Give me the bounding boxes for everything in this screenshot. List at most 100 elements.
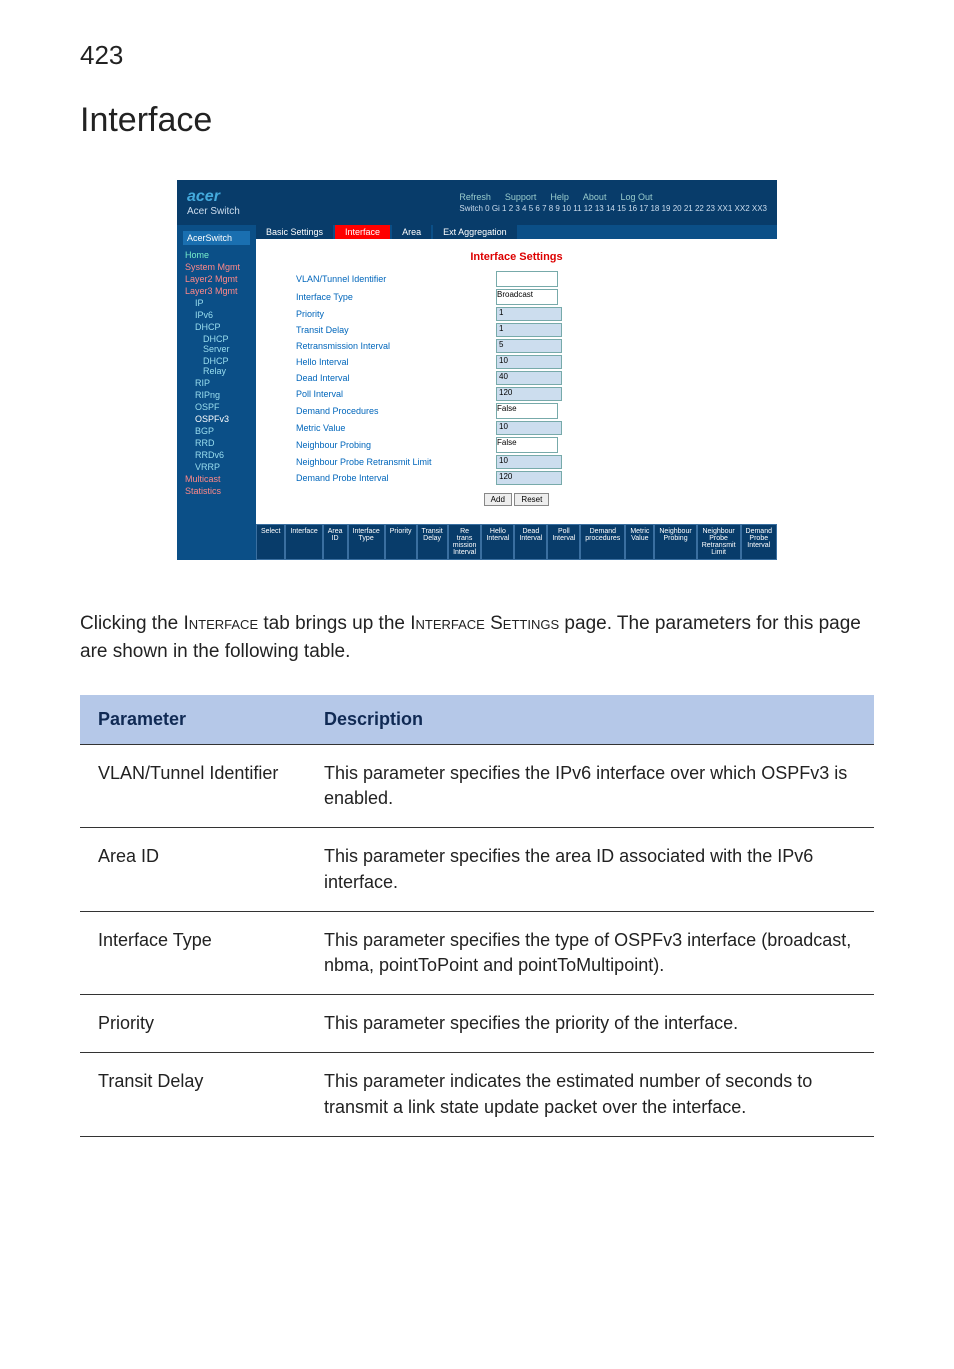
table-row: VLAN/Tunnel IdentifierThis parameter spe… xyxy=(80,745,874,828)
setting-label: Neighbour Probe Retransmit Limit xyxy=(296,457,496,467)
param-desc: This parameter specifies the area ID ass… xyxy=(306,828,874,911)
reset-button[interactable]: Reset xyxy=(514,493,549,506)
setting-select[interactable]: False xyxy=(496,437,558,453)
grid-header: SelectInterfaceArea IDInterface TypePrio… xyxy=(256,524,777,560)
sidebar-item[interactable]: DHCP Relay xyxy=(183,355,250,377)
grid-col: Demand procedures xyxy=(580,524,625,560)
tab-interface[interactable]: Interface xyxy=(335,225,390,239)
link-help[interactable]: Help xyxy=(550,192,569,202)
tab-bar: Basic Settings Interface Area Ext Aggreg… xyxy=(256,225,777,239)
parameters-table: Parameter Description VLAN/Tunnel Identi… xyxy=(80,695,874,1137)
sidebar-item[interactable]: RIP xyxy=(183,377,250,389)
col-parameter: Parameter xyxy=(80,695,306,745)
param-name: VLAN/Tunnel Identifier xyxy=(80,745,306,828)
param-name: Priority xyxy=(80,995,306,1053)
setting-label: Dead Interval xyxy=(296,373,496,383)
setting-select[interactable]: False xyxy=(496,403,558,419)
setting-label: Priority xyxy=(296,309,496,319)
tab-area[interactable]: Area xyxy=(392,225,431,239)
sidebar-item[interactable]: Layer2 Mgmt xyxy=(183,273,250,285)
setting-input[interactable]: 10 xyxy=(496,455,562,469)
param-desc: This parameter specifies the type of OSP… xyxy=(306,911,874,994)
sidebar-item[interactable]: DHCP xyxy=(183,321,250,333)
link-support[interactable]: Support xyxy=(505,192,537,202)
setting-input[interactable]: 10 xyxy=(496,421,562,435)
col-description: Description xyxy=(306,695,874,745)
grid-col: Metric Value xyxy=(625,524,654,560)
brand-sub: Acer Switch xyxy=(187,206,240,217)
table-row: Area IDThis parameter specifies the area… xyxy=(80,828,874,911)
param-name: Area ID xyxy=(80,828,306,911)
table-row: Interface TypeThis parameter specifies t… xyxy=(80,911,874,994)
sidebar-item[interactable]: RRDv6 xyxy=(183,449,250,461)
brand-logo: acer xyxy=(187,188,240,206)
sidebar-item[interactable]: IPv6 xyxy=(183,309,250,321)
setting-label: Metric Value xyxy=(296,423,496,433)
setting-select[interactable] xyxy=(496,271,558,287)
param-desc: This parameter specifies the IPv6 interf… xyxy=(306,745,874,828)
setting-input[interactable]: 120 xyxy=(496,387,562,401)
grid-col: Interface xyxy=(285,524,322,560)
setting-label: Poll Interval xyxy=(296,389,496,399)
grid-col: Neighbour Probing xyxy=(654,524,696,560)
setting-input[interactable]: 10 xyxy=(496,355,562,369)
grid-col: Transit Delay xyxy=(417,524,448,560)
intro-paragraph: Clicking the Interface tab brings up the… xyxy=(80,610,874,665)
grid-col: Priority xyxy=(385,524,417,560)
param-name: Interface Type xyxy=(80,911,306,994)
sidebar-item[interactable]: System Mgmt xyxy=(183,261,250,273)
grid-col: Select xyxy=(256,524,285,560)
link-about[interactable]: About xyxy=(583,192,607,202)
sidebar-item[interactable]: VRRP xyxy=(183,461,250,473)
grid-col: Hello Interval xyxy=(481,524,514,560)
param-name: Transit Delay xyxy=(80,1053,306,1136)
param-desc: This parameter specifies the priority of… xyxy=(306,995,874,1053)
link-refresh[interactable]: Refresh xyxy=(459,192,491,202)
setting-input[interactable]: 1 xyxy=(496,307,562,321)
sidebar-item[interactable]: OSPFv3 xyxy=(183,413,250,425)
setting-input[interactable]: 5 xyxy=(496,339,562,353)
sidebar-item[interactable]: OSPF xyxy=(183,401,250,413)
sidebar-item[interactable]: Statistics xyxy=(183,485,250,497)
grid-col: Demand Probe Interval xyxy=(741,524,777,560)
port-indicator: Switch 0 Gi 1 2 3 4 5 6 7 8 9 10 11 12 1… xyxy=(459,202,767,213)
setting-input[interactable]: 40 xyxy=(496,371,562,385)
sidebar-item[interactable]: Multicast xyxy=(183,473,250,485)
page-number: 423 xyxy=(80,40,874,71)
setting-label: Demand Probe Interval xyxy=(296,473,496,483)
setting-select[interactable]: Broadcast xyxy=(496,289,558,305)
page-title: Interface xyxy=(80,101,874,140)
screenshot-figure: acer Acer Switch Refresh Support Help Ab… xyxy=(177,180,777,560)
sidebar-item[interactable]: Home xyxy=(183,249,250,261)
grid-col: Neighbour Probe Retransmit Limit xyxy=(697,524,741,560)
link-logout[interactable]: Log Out xyxy=(620,192,652,202)
setting-input[interactable]: 120 xyxy=(496,471,562,485)
grid-col: Re trans mission Interval xyxy=(448,524,482,560)
grid-col: Area ID xyxy=(323,524,348,560)
setting-label: VLAN/Tunnel Identifier xyxy=(296,274,496,284)
table-row: PriorityThis parameter specifies the pri… xyxy=(80,995,874,1053)
grid-col: Interface Type xyxy=(348,524,385,560)
sidebar-item[interactable]: RIPng xyxy=(183,389,250,401)
sidebar-nav: AcerSwitch HomeSystem MgmtLayer2 MgmtLay… xyxy=(177,225,256,560)
nav-header: AcerSwitch xyxy=(183,231,250,245)
setting-label: Retransmission Interval xyxy=(296,341,496,351)
grid-col: Poll Interval xyxy=(547,524,580,560)
setting-label: Hello Interval xyxy=(296,357,496,367)
sidebar-item[interactable]: BGP xyxy=(183,425,250,437)
add-button[interactable]: Add xyxy=(484,493,512,506)
setting-label: Neighbour Probing xyxy=(296,440,496,450)
setting-label: Transit Delay xyxy=(296,325,496,335)
table-row: Transit DelayThis parameter indicates th… xyxy=(80,1053,874,1136)
sidebar-item[interactable]: Layer3 Mgmt xyxy=(183,285,250,297)
sidebar-item[interactable]: IP xyxy=(183,297,250,309)
sidebar-item[interactable]: RRD xyxy=(183,437,250,449)
sidebar-item[interactable]: DHCP Server xyxy=(183,333,250,355)
tab-basic-settings[interactable]: Basic Settings xyxy=(256,225,333,239)
grid-col: Dead Interval xyxy=(514,524,547,560)
param-desc: This parameter indicates the estimated n… xyxy=(306,1053,874,1136)
setting-label: Demand Procedures xyxy=(296,406,496,416)
settings-title: Interface Settings xyxy=(296,251,737,263)
setting-input[interactable]: 1 xyxy=(496,323,562,337)
tab-ext-aggregation[interactable]: Ext Aggregation xyxy=(433,225,517,239)
